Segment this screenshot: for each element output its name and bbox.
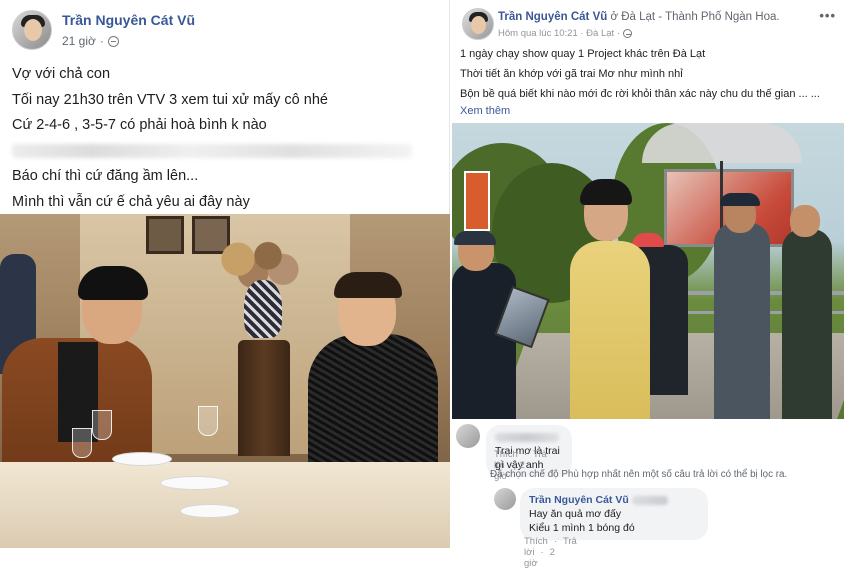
post-text: 1 ngày chạy show quay 1 Project khác trê… — [460, 46, 832, 123]
filter-notice: Đã chọn chế độ Phù hợp nhất nên một số c… — [490, 469, 788, 480]
post-line: Vợ với chả con — [12, 66, 111, 82]
post-time[interactable]: Hôm qua lúc 10:21 · Đà Lạt · — [498, 28, 620, 39]
post-line: Bộn bề quá biết khi nào mới đc rời khỏi … — [460, 86, 832, 120]
wine-glass — [92, 410, 112, 440]
location-link[interactable]: Đà Lạt - Thành Phố Ngàn Hoa. — [621, 11, 779, 23]
roadside-sign — [464, 171, 490, 231]
crew-cap — [454, 231, 496, 245]
post-line: Báo chí thì cứ đăng ầm lên... — [12, 168, 199, 184]
side-table — [238, 340, 290, 456]
reply-author-name[interactable]: Trần Nguyên Cát Vũ — [529, 494, 629, 506]
actor-yellow-shirt — [570, 241, 650, 419]
picture-frame — [146, 216, 184, 254]
crew-member — [452, 263, 516, 419]
blurred-link — [12, 139, 412, 165]
post-line-text: Bộn bề quá biết khi nào mới đc rời khỏi … — [460, 88, 820, 100]
umbrella — [642, 123, 802, 163]
post-photo[interactable] — [0, 214, 450, 548]
avatar-face — [24, 19, 42, 41]
post-line: Cứ 2-4-6 , 3-5-7 có phải hoà bình k nào — [12, 117, 267, 133]
reply-line: Hay ăn quả mơ đấy — [529, 508, 622, 520]
post-line: Thời tiết ăn khớp với gã trai Mơ như mìn… — [460, 68, 683, 80]
globe-icon — [107, 35, 119, 47]
post-line: Tối nay 21h30 trên VTV 3 xem tui xử mấy … — [12, 91, 328, 108]
plate — [112, 452, 172, 466]
left-post: Trần Nguyên Cát Vũ 21 giờ · Vợ với chả c… — [0, 0, 450, 548]
author-avatar[interactable] — [462, 8, 494, 40]
crew-member — [714, 223, 770, 419]
globe-icon — [622, 29, 632, 38]
crew-face — [790, 205, 820, 237]
actor-hair — [580, 179, 632, 205]
author-name[interactable]: Trần Nguyên Cát Vũ — [498, 11, 607, 23]
dot-separator: · — [99, 34, 104, 48]
water-glass — [72, 428, 92, 458]
post-line: 1 ngày chạy show quay 1 Project khác trê… — [460, 48, 706, 60]
wine-glass — [198, 406, 218, 436]
more-options-icon[interactable]: ••• — [819, 8, 836, 23]
reply-actions: Thích · Trả lời · 2 giờ — [524, 536, 577, 569]
commenter-avatar[interactable] — [456, 424, 480, 448]
see-more-link[interactable]: Xem thêm — [460, 105, 510, 117]
post-time[interactable]: 21 giờ — [62, 34, 96, 48]
post-photo[interactable] — [452, 123, 844, 419]
avatar-face — [471, 16, 486, 34]
crew-member — [782, 229, 832, 419]
post-line: Mình thì vẫn cứ ế chả yêu ai đây này — [12, 193, 250, 210]
man-hair — [78, 266, 148, 300]
author-name[interactable]: Trần Nguyên Cát Vũ — [62, 12, 195, 28]
commenter-name[interactable] — [495, 432, 559, 442]
red-cap — [632, 233, 664, 247]
woman-hair — [334, 272, 402, 298]
like-link[interactable]: Thích — [524, 536, 548, 547]
reply-line: Kiểu 1 mình 1 bóng đó — [529, 522, 635, 534]
reply-tag-blur — [631, 495, 668, 505]
crew-cap — [720, 193, 760, 206]
like-link[interactable]: Thích — [494, 449, 518, 460]
post-meta: Hôm qua lúc 10:21 · Đà Lạt · — [498, 28, 632, 39]
reply-author-avatar[interactable] — [494, 488, 516, 510]
reply-bubble: Trần Nguyên Cát Vũ Hay ăn quả mơ đấy Kiể… — [520, 488, 708, 540]
location-prefix: ở — [607, 11, 622, 23]
post-meta: 21 giờ · — [62, 34, 119, 48]
right-post: Trần Nguyên Cát Vũ ở Đà Lạt - Thành Phố … — [450, 0, 844, 569]
post-text: Vợ với chả con Tối nay 21h30 trên VTV 3 … — [12, 62, 412, 215]
plate — [160, 476, 230, 490]
plate — [180, 504, 240, 518]
author-avatar[interactable] — [12, 10, 52, 50]
vase — [244, 280, 282, 338]
post-header: Trần Nguyên Cát Vũ ở Đà Lạt - Thành Phố … — [498, 11, 780, 23]
